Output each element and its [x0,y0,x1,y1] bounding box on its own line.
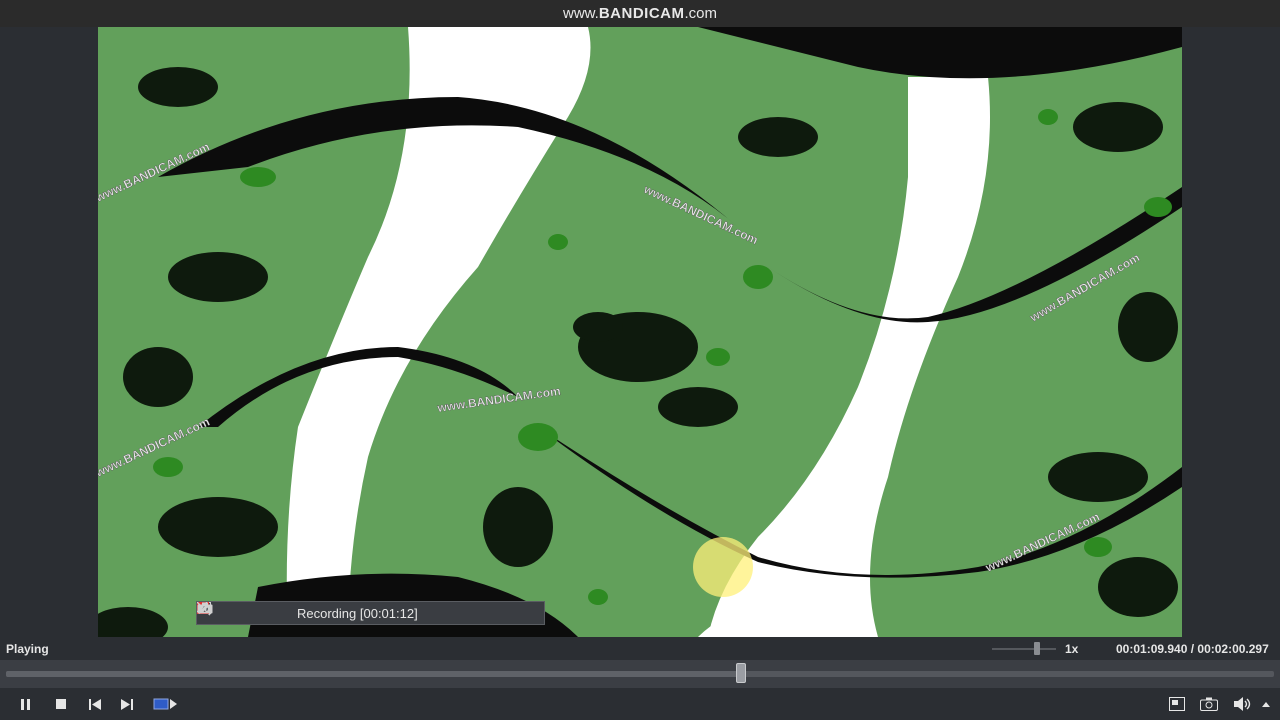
watermark-prefix: www. [562,5,599,22]
close-icon[interactable] [197,602,544,624]
next-icon[interactable] [116,694,138,714]
stop-icon[interactable] [50,694,72,714]
pencil-icon[interactable] [199,602,520,624]
playback-status: Playing [6,642,49,656]
video-content: www.BANDICAM.com www.BANDICAM.com www.BA… [98,27,1182,637]
snapshot-icon[interactable] [1198,694,1220,714]
seek-bar[interactable] [6,671,1274,677]
volume-icon[interactable] [1232,694,1254,714]
playback-speed[interactable]: 1x [1065,642,1078,656]
pause-icon[interactable] [15,694,37,714]
recording-toolbar: Recording [00:01:12] [196,601,545,625]
watermark-suffix: .com [684,5,718,22]
seek-bar-progress [6,671,742,677]
player-controls [0,688,1280,720]
window-mode-icon[interactable] [197,602,245,624]
video-frame[interactable]: www.BANDICAM.com www.BANDICAM.com www.BA… [98,27,1182,637]
seek-bar-handle[interactable] [736,663,747,683]
bandicam-watermark: www.BANDICAM.com [0,0,1280,27]
ab-repeat-icon[interactable] [152,694,178,714]
watermark-brand: BANDICAM [598,5,685,22]
speed-slider-handle[interactable] [1033,642,1040,655]
speed-slider-track[interactable] [992,648,1056,650]
fullscreen-icon[interactable] [1166,694,1188,714]
region-icon[interactable] [197,602,293,624]
seek-bar-area [0,660,1280,688]
playback-time: 00:01:09.940 / 00:02:00.297 [1116,642,1269,656]
search-area-icon[interactable] [197,602,269,624]
camera-icon[interactable] [197,602,496,624]
previous-icon[interactable] [84,694,106,714]
stop-icon[interactable] [197,602,472,624]
recording-status-label: Recording [00:01:12] [297,605,418,621]
player-status-bar: Playing 1x 00:01:09.940 / 00:02:00.297 [0,637,1280,660]
pause-icon[interactable] [197,602,448,624]
menu-arrow-icon[interactable] [1258,694,1274,714]
